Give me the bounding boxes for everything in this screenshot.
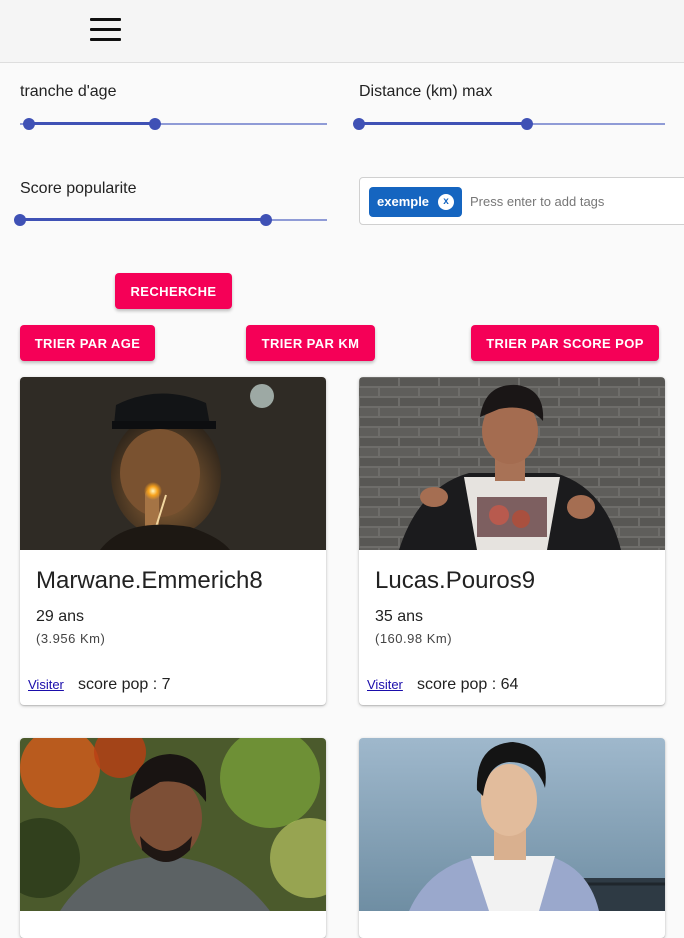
profile-card: Marwane.Emmerich8 29 ans (3.956 Km) Visi… <box>20 377 326 705</box>
age-range-track <box>29 122 156 125</box>
profile-card <box>20 738 326 938</box>
tag-chip-label: exemple <box>377 194 430 209</box>
sort-by-score-button[interactable]: TRIER PAR SCORE POP <box>471 325 659 361</box>
sort-by-age-button[interactable]: TRIER PAR AGE <box>20 325 155 361</box>
tag-chip: exemple x <box>369 187 462 217</box>
profile-photo <box>20 738 326 911</box>
menu-icon[interactable] <box>90 17 122 43</box>
search-button[interactable]: RECHERCHE <box>115 273 232 309</box>
visit-link[interactable]: Visiter <box>28 677 64 692</box>
profile-username: Lucas.Pouros9 <box>375 567 536 594</box>
distance-max-thumb[interactable] <box>521 118 534 130</box>
distance-min-thumb[interactable] <box>353 118 365 130</box>
tag-input[interactable] <box>470 190 684 212</box>
distance-slider[interactable] <box>353 114 665 134</box>
visit-link[interactable]: Visiter <box>367 677 403 692</box>
profile-username: Marwane.Emmerich8 <box>36 567 263 594</box>
profile-distance: (3.956 Km) <box>36 631 106 646</box>
profile-card <box>359 738 665 938</box>
app-bar <box>0 0 684 63</box>
remove-tag-icon[interactable]: x <box>438 194 454 210</box>
distance-track <box>359 122 528 125</box>
popularity-slider[interactable] <box>14 210 327 230</box>
profile-photo <box>359 377 665 550</box>
profile-age: 29 ans <box>36 608 85 625</box>
popularity-label: Score popularite <box>20 180 137 197</box>
sort-by-km-button[interactable]: TRIER PAR KM <box>246 325 375 361</box>
profile-card: Lucas.Pouros9 35 ans (160.98 Km) Visiter… <box>359 377 665 705</box>
distance-max-label: Distance (km) max <box>359 83 493 100</box>
profile-photo <box>359 738 665 911</box>
profile-age: 35 ans <box>375 608 424 625</box>
popularity-track <box>20 218 266 221</box>
tags-input-box[interactable]: exemple x <box>359 177 684 225</box>
profile-distance: (160.98 Km) <box>375 631 453 646</box>
age-range-slider[interactable] <box>20 114 327 134</box>
age-max-thumb[interactable] <box>149 118 162 130</box>
profile-score: score pop : 7 <box>78 676 171 693</box>
profile-score: score pop : 64 <box>417 676 519 693</box>
profile-photo <box>20 377 326 550</box>
popularity-min-thumb[interactable] <box>14 214 26 226</box>
age-min-thumb[interactable] <box>23 118 36 130</box>
popularity-max-thumb[interactable] <box>259 214 272 226</box>
age-range-label: tranche d'age <box>20 83 117 100</box>
